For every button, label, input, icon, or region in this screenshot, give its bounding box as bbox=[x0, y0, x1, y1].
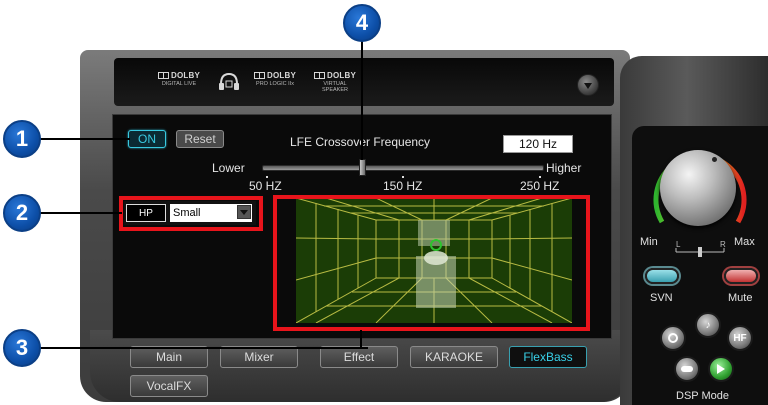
dsp-mode-label: DSP Mode bbox=[676, 390, 729, 402]
hf-icon: HF bbox=[733, 332, 747, 344]
crossover-slider-track[interactable] bbox=[262, 165, 544, 171]
reset-button[interactable]: Reset bbox=[176, 130, 224, 148]
menu-dropdown-icon[interactable] bbox=[577, 74, 599, 96]
dsp-mode-button-hf[interactable]: HF bbox=[727, 325, 753, 351]
svn-toggle[interactable] bbox=[645, 268, 679, 284]
mute-label: Mute bbox=[728, 292, 753, 304]
headphone-icon bbox=[219, 72, 239, 90]
tab-vocalfx[interactable]: VocalFX bbox=[130, 375, 208, 397]
dolby-digital-live-logo: DOLBY DIGITAL LIVE bbox=[158, 71, 200, 98]
scale-tick bbox=[539, 176, 541, 178]
crossover-slider-thumb[interactable] bbox=[358, 159, 366, 176]
gamepad-icon bbox=[681, 366, 693, 372]
scale-tick bbox=[402, 176, 404, 178]
slider-higher-label: Higher bbox=[546, 161, 582, 175]
music-note-icon: ♪ bbox=[705, 319, 711, 331]
svn-label: SVN bbox=[650, 292, 673, 304]
callout-leader-4 bbox=[361, 36, 363, 160]
highlight-speaker-selector bbox=[119, 196, 263, 231]
master-volume-knob[interactable] bbox=[660, 150, 736, 226]
tab-karaoke[interactable]: KARAOKE bbox=[410, 346, 498, 368]
tab-main[interactable]: Main bbox=[130, 346, 208, 368]
tab-mixer[interactable]: Mixer bbox=[220, 346, 298, 368]
dsp-mode-button-music[interactable]: ♪ bbox=[695, 312, 721, 338]
highlight-room-visualization bbox=[273, 195, 590, 331]
dsp-mode-button-movie[interactable] bbox=[660, 325, 686, 351]
tab-effect[interactable]: Effect bbox=[320, 346, 398, 368]
tab-flexbass[interactable]: FlexBass bbox=[509, 346, 587, 368]
dsp-mode-button-game[interactable] bbox=[674, 356, 700, 382]
callout-3: 3 bbox=[3, 329, 41, 367]
dolby-virtual-speaker-logo: DOLBY VIRTUAL SPEAKER bbox=[314, 71, 356, 98]
callout-leader-1 bbox=[38, 138, 130, 140]
scale-label-50: 50 HZ bbox=[249, 179, 282, 193]
on-toggle-button[interactable]: ON bbox=[128, 130, 166, 148]
dolby-pro-logic-logo: DOLBY PRO LOGIC IIx bbox=[254, 71, 296, 98]
scale-label-150: 150 HZ bbox=[383, 179, 423, 193]
crossover-value-field[interactable]: 120 Hz bbox=[503, 135, 573, 153]
film-icon bbox=[668, 333, 678, 343]
callout-leader-3 bbox=[38, 347, 368, 349]
scale-tick bbox=[266, 176, 268, 178]
dsp-mode-button-active[interactable] bbox=[708, 356, 734, 382]
callout-1: 1 bbox=[3, 120, 41, 158]
balance-slider[interactable] bbox=[672, 244, 728, 258]
mute-toggle[interactable] bbox=[724, 268, 758, 284]
callout-2: 2 bbox=[3, 194, 41, 232]
callout-leader-3-drop bbox=[360, 330, 362, 348]
callout-4: 4 bbox=[343, 4, 381, 42]
play-icon bbox=[717, 364, 725, 374]
callout-leader-2 bbox=[38, 212, 122, 214]
knob-indicator bbox=[712, 157, 717, 162]
volume-max-label: Max bbox=[734, 236, 755, 248]
slider-lower-label: Lower bbox=[212, 161, 245, 175]
volume-min-label: Min bbox=[640, 236, 658, 248]
scale-label-250: 250 HZ bbox=[520, 179, 560, 193]
